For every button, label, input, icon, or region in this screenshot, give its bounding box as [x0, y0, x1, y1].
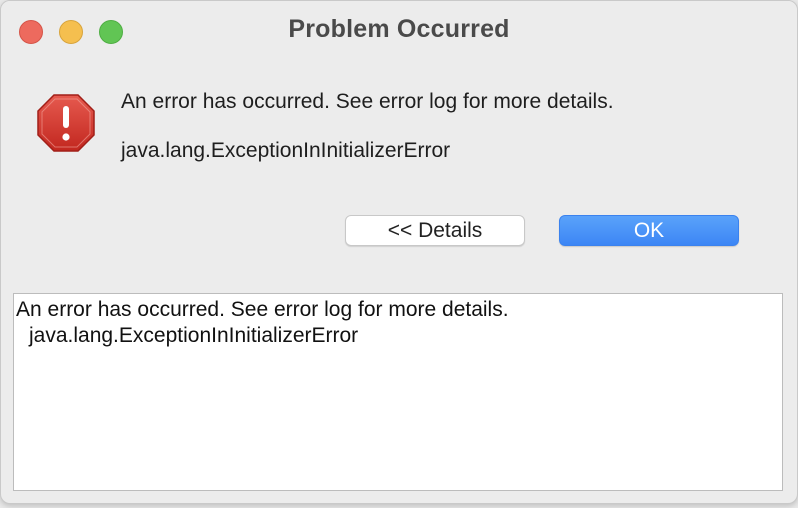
details-line-exception: java.lang.ExceptionInInitializerError: [29, 324, 359, 347]
window-title: Problem Occurred: [288, 15, 510, 43]
details-text-area[interactable]: An error has occurred. See error log for…: [13, 293, 783, 491]
exception-name: java.lang.ExceptionInInitializerError: [121, 139, 451, 162]
details-toggle-button[interactable]: << Details: [345, 215, 525, 246]
error-stop-icon: [37, 94, 95, 152]
ok-button[interactable]: OK: [559, 215, 739, 246]
title-bar: Problem Occurred: [1, 1, 797, 61]
error-message: An error has occurred. See error log for…: [121, 90, 614, 113]
problem-dialog-window: Problem Occurred An error has occurred. …: [0, 0, 798, 504]
details-line-message: An error has occurred. See error log for…: [16, 298, 509, 321]
